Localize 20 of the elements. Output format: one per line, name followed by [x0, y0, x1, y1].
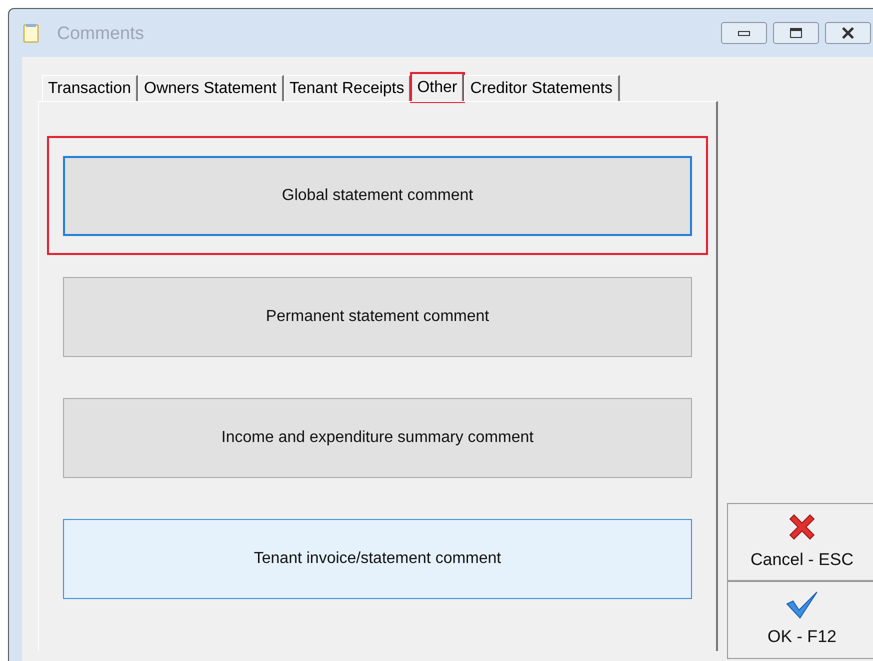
maximize-button[interactable] [773, 22, 819, 44]
tab[interactable]: Tenant Receipts [284, 75, 412, 101]
comment-button[interactable]: Tenant invoice/statement comment [63, 519, 692, 599]
comment-button[interactable]: Permanent statement comment [63, 277, 692, 357]
maximize-icon [790, 28, 802, 38]
ok-button[interactable]: OK - F12 [727, 581, 873, 659]
minimize-button[interactable] [721, 22, 767, 44]
close-icon [841, 27, 855, 39]
close-button[interactable] [825, 22, 871, 44]
tab[interactable]: Other [411, 73, 464, 102]
comment-button[interactable]: Global statement comment [63, 156, 692, 236]
tab[interactable]: Creditor Statements [464, 75, 620, 101]
tab[interactable]: Owners Statement [138, 75, 284, 101]
window-title: Comments [57, 22, 144, 44]
comment-button[interactable]: Income and expenditure summary comment [63, 398, 692, 478]
minimize-icon [738, 30, 750, 36]
cancel-button[interactable]: Cancel - ESC [727, 503, 873, 581]
checkmark-icon [785, 590, 819, 620]
tab[interactable]: Transaction [42, 75, 138, 101]
notepad-icon [23, 23, 39, 43]
